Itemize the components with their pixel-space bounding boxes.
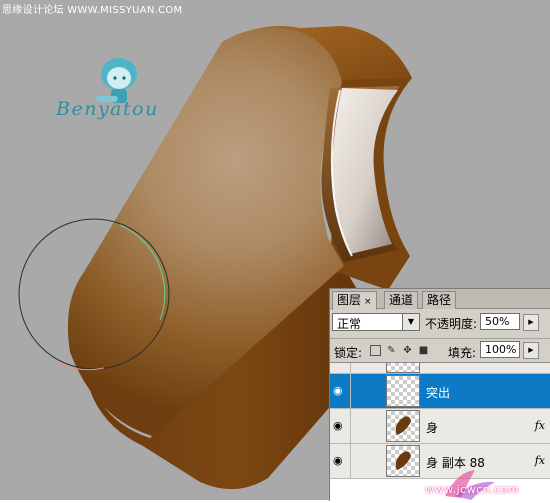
tab-layers[interactable]: 图层 × bbox=[332, 291, 377, 310]
opacity-field[interactable]: 50% bbox=[480, 313, 520, 330]
lock-fill-row: 锁定: ✎ ✥ ■ 填充: 100% ▶ bbox=[330, 338, 550, 361]
watermark-site: www.jcwcn.com bbox=[425, 483, 520, 496]
tab-channels[interactable]: 通道 bbox=[384, 291, 419, 309]
lock-transparent-icon[interactable] bbox=[370, 345, 381, 356]
lock-label: 锁定: bbox=[334, 346, 363, 360]
artist-signature: Benyatou bbox=[56, 98, 159, 120]
fill-label: 填充: bbox=[448, 346, 477, 360]
layer-thumbnail bbox=[386, 363, 420, 373]
layer-row-selected[interactable]: ◉ 突出 bbox=[330, 374, 550, 409]
opacity-label: 不透明度: bbox=[425, 317, 478, 331]
brush-lock-icon[interactable]: ✎ bbox=[386, 345, 397, 356]
panel-tabs: 图层 × 通道 路径 bbox=[330, 289, 550, 310]
eye-icon[interactable]: ◉ bbox=[333, 455, 346, 466]
layer-row[interactable] bbox=[330, 363, 550, 374]
fx-icon[interactable]: fx bbox=[535, 419, 545, 432]
move-lock-icon[interactable]: ✥ bbox=[402, 345, 413, 356]
eye-icon[interactable]: ◉ bbox=[333, 420, 346, 431]
layer-thumbnail bbox=[386, 375, 420, 407]
blend-mode-select[interactable]: 正常 ▼ bbox=[332, 313, 420, 331]
close-icon[interactable]: × bbox=[364, 297, 372, 307]
padlock-icon[interactable]: ■ bbox=[418, 345, 429, 356]
blend-opacity-row: 正常 ▼ 不透明度: 50% ▶ bbox=[330, 311, 550, 335]
layer-name: 突出 bbox=[426, 386, 451, 400]
layer-row[interactable]: ◉ 身 fx bbox=[330, 409, 550, 444]
chevron-down-icon[interactable]: ▼ bbox=[402, 314, 419, 330]
opacity-slider-arrow-icon[interactable]: ▶ bbox=[523, 314, 539, 331]
fill-slider-arrow-icon[interactable]: ▶ bbox=[523, 342, 539, 359]
benyatou-character-logo bbox=[96, 58, 137, 103]
fill-field[interactable]: 100% bbox=[480, 341, 520, 358]
layer-name: 身 bbox=[426, 421, 439, 435]
layer-thumbnail bbox=[386, 410, 420, 442]
eye-icon[interactable]: ◉ bbox=[333, 385, 346, 396]
tab-paths[interactable]: 路径 bbox=[422, 291, 457, 309]
